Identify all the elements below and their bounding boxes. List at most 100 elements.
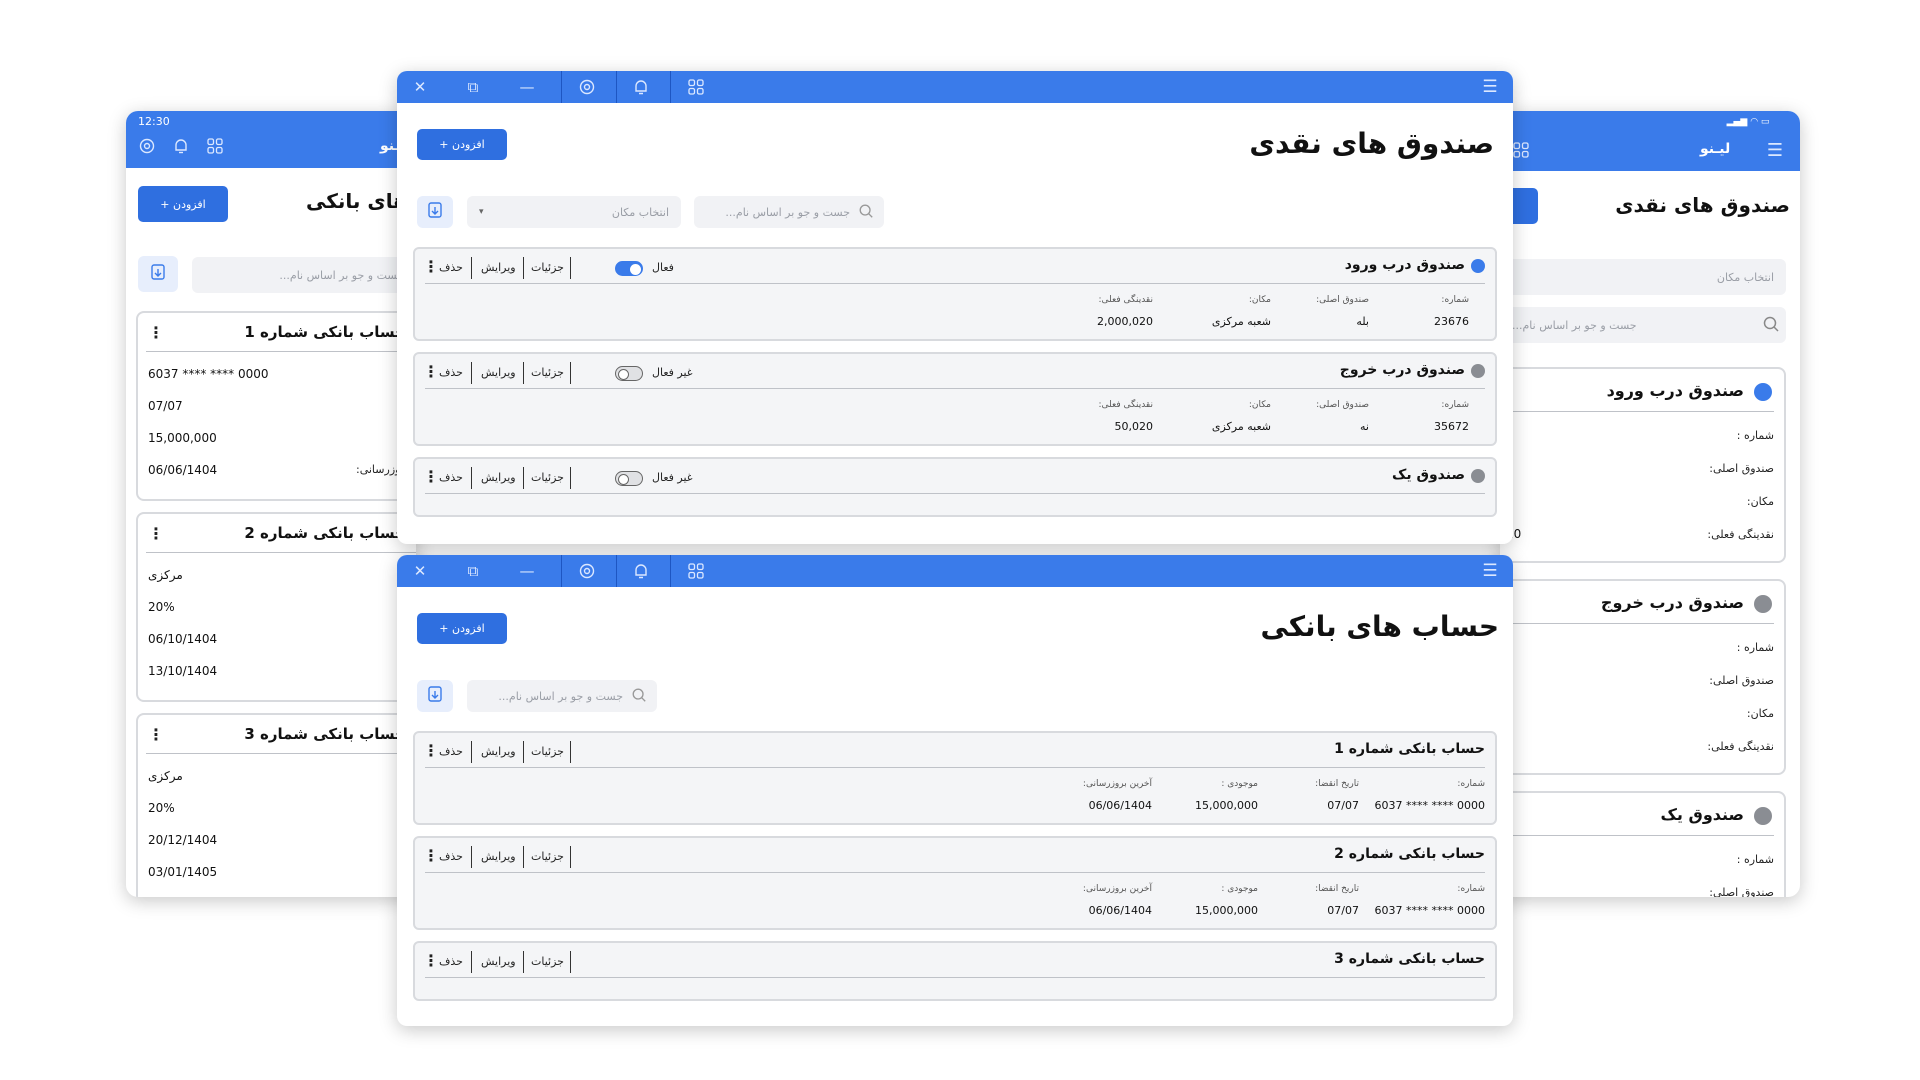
minimize-icon[interactable]: —	[516, 71, 538, 103]
edit-button[interactable]: ویرایش	[481, 366, 516, 379]
field-label: صندوق اصلی:	[1709, 886, 1774, 897]
export-button[interactable]	[138, 256, 178, 292]
search-placeholder: جست و جو بر اساس نام...	[1512, 318, 1637, 332]
more-options-icon[interactable]: ⋮	[423, 743, 439, 759]
field-label-balance: موجودی :	[1221, 884, 1258, 894]
divider	[1500, 835, 1774, 836]
bell-icon[interactable]	[626, 71, 656, 103]
divider	[570, 951, 571, 973]
app-logo: لیـنو	[1700, 141, 1731, 157]
settings-icon[interactable]	[136, 135, 158, 157]
edit-button[interactable]: ویرایش	[481, 471, 516, 484]
search-input[interactable]: جست و جو بر اساس نام...	[192, 257, 416, 293]
delete-button[interactable]: حذف	[439, 955, 463, 968]
more-options-icon[interactable]: ⋮	[148, 325, 164, 341]
grid-icon[interactable]	[204, 135, 226, 157]
more-options-icon[interactable]: ⋮	[423, 364, 439, 380]
close-icon[interactable]: ✕	[409, 71, 431, 103]
close-icon[interactable]: ✕	[409, 555, 431, 587]
divider	[146, 753, 416, 754]
field-value: 15,000,000	[148, 431, 217, 445]
menu-icon[interactable]: ☰	[1764, 139, 1786, 161]
details-button[interactable]: جزئیات	[531, 955, 564, 968]
search-input[interactable]: جست و جو بر اساس نام...	[694, 196, 884, 228]
field-value-number: 6037 **** **** 0000	[1374, 904, 1485, 917]
bell-icon[interactable]	[170, 135, 192, 157]
divider	[471, 951, 472, 973]
delete-button[interactable]: حذف	[439, 471, 463, 484]
restore-icon[interactable]: ⧉	[462, 555, 484, 587]
details-button[interactable]: جزئیات	[531, 366, 564, 379]
list-item: صندوق درب خروج ⋮ حذف ویرایش جزئیات غیر فعال شم…	[413, 352, 1497, 446]
search-input[interactable]: جست و جو بر اساس نام...	[1500, 307, 1786, 343]
edit-button[interactable]: ویرایش	[481, 261, 516, 274]
edit-button[interactable]: ویرایش	[481, 955, 516, 968]
divider	[670, 71, 671, 103]
bank-accounts-tablet: 12:30 لیـنو + افزودن حساب های بانکی جست …	[126, 111, 416, 897]
grid-icon[interactable]	[681, 555, 711, 587]
add-button[interactable]: + افزودن	[138, 186, 228, 222]
field-value-expiry: 07/07	[1327, 904, 1359, 917]
list-item: صندوق درب ورود شماره : صندوق اصلی: مکان: نقد…	[1500, 367, 1786, 563]
settings-icon[interactable]	[572, 71, 602, 103]
add-button[interactable]: + افزودن	[417, 129, 507, 160]
divider	[425, 388, 1485, 389]
divider	[561, 555, 562, 587]
export-button[interactable]	[417, 680, 453, 712]
more-options-icon[interactable]: ⋮	[423, 469, 439, 485]
more-options-icon[interactable]: ⋮	[423, 848, 439, 864]
details-button[interactable]: جزئیات	[531, 850, 564, 863]
status-toggle[interactable]	[615, 261, 643, 276]
more-options-icon[interactable]: ⋮	[423, 259, 439, 275]
list-item: ⋮ حساب بانکی شماره 1 6037 **** **** 0000 07…	[136, 311, 416, 501]
more-options-icon[interactable]: ⋮	[423, 953, 439, 969]
field-value-last-update: 06/06/1404	[1088, 799, 1152, 812]
details-button[interactable]: جزئیات	[531, 471, 564, 484]
grid-icon[interactable]	[1510, 139, 1532, 161]
field-value-balance: 15,000,000	[1195, 904, 1258, 917]
add-button[interactable]: + افزودن	[417, 613, 507, 644]
bell-icon[interactable]	[626, 555, 656, 587]
search-placeholder: جست و جو بر اساس نام...	[498, 689, 623, 703]
field-value: 20%	[148, 600, 175, 614]
restore-icon[interactable]: ⧉	[462, 71, 484, 103]
grid-icon[interactable]	[681, 71, 711, 103]
edit-button[interactable]: ویرایش	[481, 850, 516, 863]
location-select[interactable]: انتخاب مکان ▾	[467, 196, 681, 228]
more-options-icon[interactable]: ⋮	[148, 727, 164, 743]
field-label: نقدینگی فعلی:	[1707, 528, 1774, 541]
toggle-knob	[618, 369, 629, 380]
divider	[570, 467, 571, 489]
page-title: صندوق های نقدی	[1615, 193, 1790, 217]
location-select[interactable]: انتخاب مکان	[1500, 259, 1786, 295]
status-toggle[interactable]	[615, 471, 643, 486]
settings-icon[interactable]	[572, 555, 602, 587]
file-export-icon	[426, 685, 444, 707]
field-label: شماره :	[1736, 429, 1774, 442]
field-value: 03/01/1405	[148, 865, 218, 879]
search-icon	[858, 203, 874, 222]
menu-icon[interactable]: ☰	[1477, 555, 1503, 587]
edit-button[interactable]: ویرایش	[481, 745, 516, 758]
field-value: 20%	[148, 801, 175, 815]
search-input[interactable]: جست و جو بر اساس نام...	[467, 680, 657, 712]
field-value: 13/10/1404	[148, 664, 218, 678]
delete-button[interactable]: حذف	[439, 261, 463, 274]
export-button[interactable]	[417, 196, 453, 228]
details-button[interactable]: جزئیات	[531, 745, 564, 758]
minimize-icon[interactable]: —	[516, 555, 538, 587]
chevron-down-icon: ▾	[479, 207, 484, 217]
delete-button[interactable]: حذف	[439, 745, 463, 758]
delete-button[interactable]: حذف	[439, 850, 463, 863]
status-toggle[interactable]	[615, 366, 643, 381]
active-status-dot	[1754, 383, 1772, 401]
delete-button[interactable]: حذف	[439, 366, 463, 379]
divider	[523, 467, 524, 489]
menu-icon[interactable]: ☰	[1477, 71, 1503, 103]
field-label-expiry: تاریخ انقضا:	[1315, 779, 1359, 789]
more-options-icon[interactable]: ⋮	[148, 526, 164, 542]
details-button[interactable]: جزئیات	[531, 261, 564, 274]
field-value-liquidity: 2,000,020	[1097, 315, 1153, 328]
inactive-status-dot	[1754, 595, 1772, 613]
inactive-status-dot	[1471, 364, 1485, 378]
